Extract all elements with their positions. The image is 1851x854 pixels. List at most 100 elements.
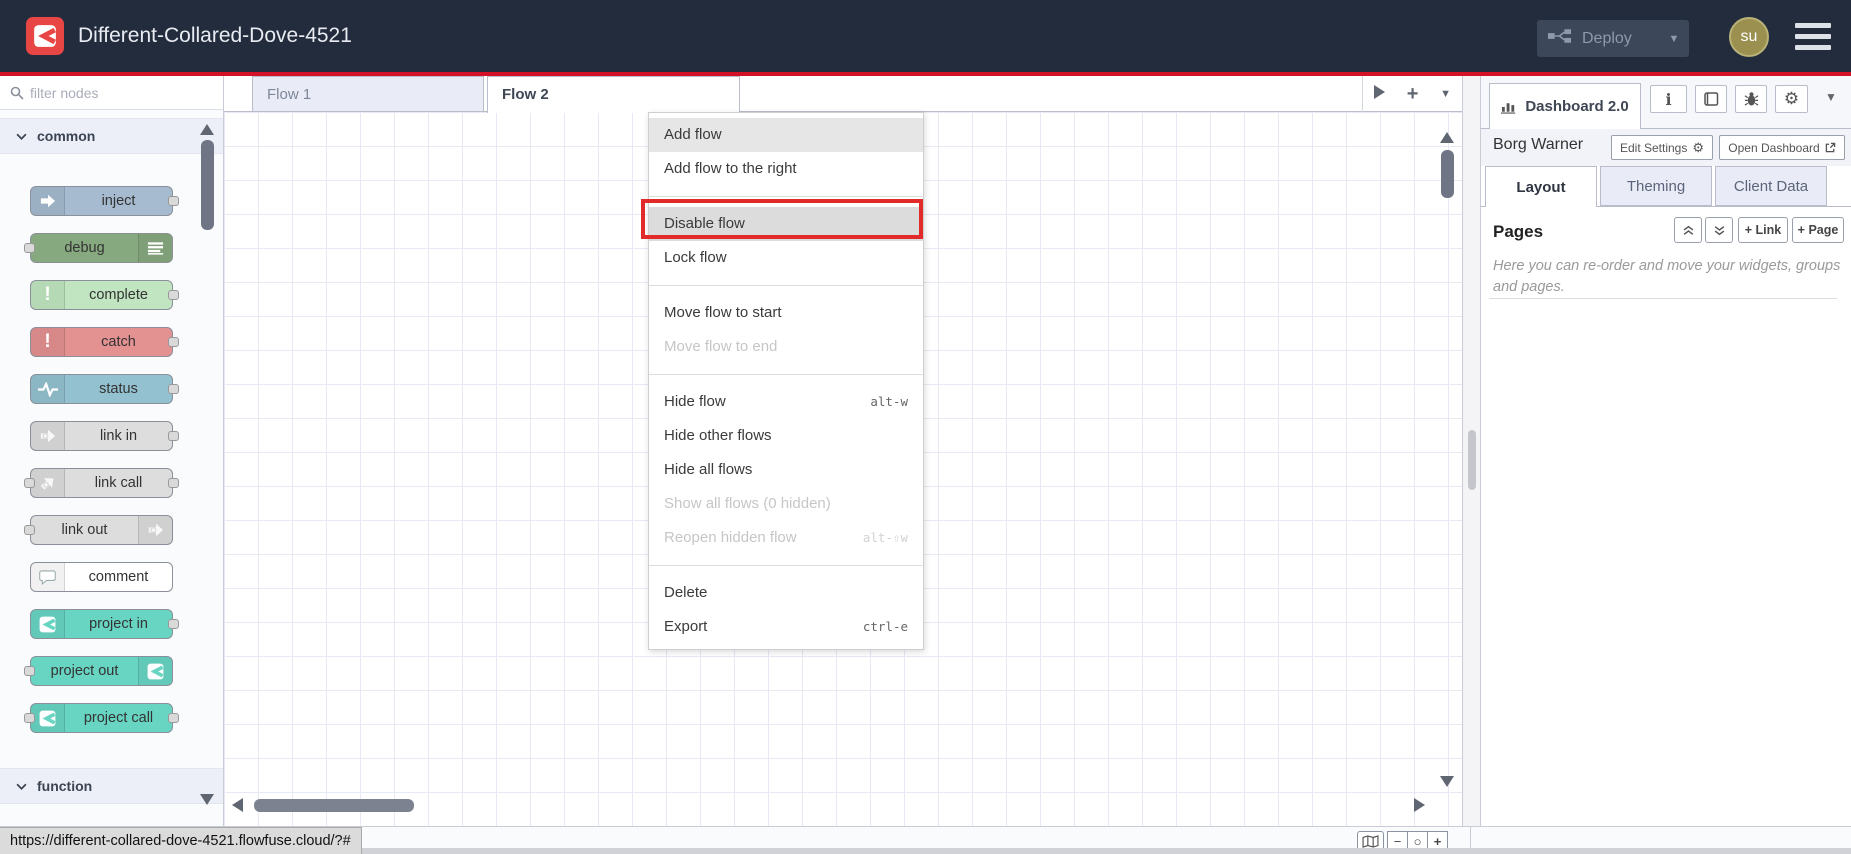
double-chevron-down-icon xyxy=(1714,225,1724,235)
node-label: complete xyxy=(89,287,148,303)
deploy-caret-icon[interactable]: ▼ xyxy=(1659,33,1689,45)
flowfuse-logo-icon[interactable] xyxy=(26,17,64,55)
debug-lines-icon xyxy=(138,234,172,262)
node-input-port[interactable] xyxy=(24,243,35,253)
palette-node-project-in[interactable]: project in xyxy=(30,609,179,639)
splitter-scrollbar-thumb[interactable] xyxy=(1468,430,1476,490)
menu-item-label: Hide all flows xyxy=(664,461,753,478)
flow-list-caret-icon[interactable]: ▼ xyxy=(1440,88,1451,100)
node-output-port[interactable] xyxy=(168,478,179,488)
flowfuse-icon xyxy=(31,704,65,732)
palette-scrollbar-thumb[interactable] xyxy=(201,140,214,230)
menu-item-show-all-flows-0-hidden: Show all flows (0 hidden) xyxy=(649,487,923,521)
menu-item-add-flow[interactable]: Add flow xyxy=(649,118,923,152)
menu-item-shortcut: alt-⇧w xyxy=(862,530,908,545)
search-input[interactable]: filter nodes xyxy=(0,76,223,110)
palette-node-comment[interactable]: comment xyxy=(30,562,173,592)
divider xyxy=(1489,298,1837,299)
menu-item-disable-flow[interactable]: Disable flow xyxy=(649,207,923,241)
palette-node-link-call[interactable]: link call xyxy=(24,468,179,498)
bug-icon[interactable] xyxy=(1735,85,1767,113)
menu-item-label: Move flow to start xyxy=(664,304,782,321)
deploy-button[interactable]: Deploy ▼ xyxy=(1537,20,1689,57)
node-output-port[interactable] xyxy=(168,290,179,300)
next-tab-icon[interactable] xyxy=(1373,84,1385,104)
node-output-port[interactable] xyxy=(168,384,179,394)
tab-flow-1[interactable]: Flow 1 xyxy=(252,76,484,112)
add-page-button[interactable]: + Page xyxy=(1792,217,1844,243)
palette-node-complete[interactable]: ! complete xyxy=(30,280,179,310)
sidebar-splitter[interactable] xyxy=(1462,76,1481,826)
palette-node-inject[interactable]: inject xyxy=(30,186,179,216)
palette-node-link-out[interactable]: link out xyxy=(24,515,173,545)
tab-theming[interactable]: Theming xyxy=(1600,166,1712,206)
palette-scroll-down-icon[interactable] xyxy=(200,794,214,805)
avatar[interactable]: su xyxy=(1729,17,1769,57)
canvas-scroll-left-icon[interactable] xyxy=(232,798,243,812)
node-output-port[interactable] xyxy=(168,619,179,629)
open-dashboard-button[interactable]: Open Dashboard xyxy=(1719,135,1845,160)
node-input-port[interactable] xyxy=(24,525,35,535)
link-arrow-icon xyxy=(138,516,172,544)
menu-item-hide-flow[interactable]: Hide flow alt-w xyxy=(649,385,923,419)
palette-node-status[interactable]: status xyxy=(30,374,179,404)
menu-item-shortcut: ctrl-e xyxy=(862,619,908,634)
node-output-port[interactable] xyxy=(168,713,179,723)
menu-separator xyxy=(649,565,923,566)
palette-node-project-call[interactable]: project call xyxy=(24,703,179,733)
info-icon[interactable]: i xyxy=(1650,85,1687,113)
palette-node-catch[interactable]: ! catch xyxy=(30,327,179,357)
search-icon xyxy=(10,86,24,100)
tab-flow-2[interactable]: Flow 2 xyxy=(487,76,740,113)
node-input-port[interactable] xyxy=(24,478,35,488)
menu-item-hide-other-flows[interactable]: Hide other flows xyxy=(649,419,923,453)
book-icon[interactable] xyxy=(1695,85,1727,113)
palette-scroll-up-icon[interactable] xyxy=(200,124,214,135)
move-up-button[interactable] xyxy=(1674,217,1702,243)
hamburger-icon[interactable] xyxy=(1795,23,1831,50)
sidebar-caret-icon[interactable]: ▼ xyxy=(1825,90,1837,104)
canvas-scroll-right-icon[interactable] xyxy=(1414,798,1425,812)
canvas-vscrollbar-thumb[interactable] xyxy=(1441,150,1454,198)
node-red-editor: Different-Collared-Dove-4521 Deploy ▼ su… xyxy=(0,0,1851,854)
tab-client-data[interactable]: Client Data xyxy=(1715,166,1827,206)
canvas-scroll-up-icon[interactable] xyxy=(1440,132,1454,143)
palette-node-link-in[interactable]: link in xyxy=(30,421,179,451)
add-link-button[interactable]: + Link xyxy=(1738,217,1788,243)
chevron-down-icon xyxy=(16,783,27,790)
status-url-tooltip: https://different-collared-dove-4521.flo… xyxy=(0,827,362,854)
menu-item-move-flow-to-end: Move flow to end xyxy=(649,330,923,364)
workspace-canvas[interactable]: Flow 1 Flow 2 + ▼ Add flow Add flow to th… xyxy=(224,76,1462,826)
palette-category-common[interactable]: common xyxy=(0,118,223,154)
menu-item-move-flow-to-start[interactable]: Move flow to start xyxy=(649,296,923,330)
node-output-port[interactable] xyxy=(168,431,179,441)
node-input-port[interactable] xyxy=(24,713,35,723)
page-title: Different-Collared-Dove-4521 xyxy=(78,24,352,47)
search-placeholder: filter nodes xyxy=(30,84,99,101)
palette-node-project-out[interactable]: project out xyxy=(24,656,173,686)
menu-item-label: Delete xyxy=(664,584,708,601)
menu-separator xyxy=(649,196,923,197)
menu-item-lock-flow[interactable]: Lock flow xyxy=(649,241,923,275)
tab-layout[interactable]: Layout xyxy=(1485,166,1597,207)
palette-node-debug[interactable]: debug xyxy=(24,233,173,263)
palette-category-function[interactable]: function xyxy=(0,768,223,804)
tab-dashboard-2[interactable]: Dashboard 2.0 xyxy=(1489,83,1641,129)
menu-item-hide-all-flows[interactable]: Hide all flows xyxy=(649,453,923,487)
node-output-port[interactable] xyxy=(168,196,179,206)
menu-item-delete[interactable]: Delete xyxy=(649,576,923,610)
node-input-port[interactable] xyxy=(24,666,35,676)
menu-item-label: Add flow xyxy=(664,126,722,143)
canvas-hscrollbar-thumb[interactable] xyxy=(254,799,414,812)
flow-context-menu: Add flow Add flow to the right Disable flo… xyxy=(648,112,924,650)
menu-item-add-flow-to-the-right[interactable]: Add flow to the right xyxy=(649,152,923,186)
node-label: link out xyxy=(61,522,108,538)
menu-item-export[interactable]: Export ctrl-e xyxy=(649,610,923,644)
edit-settings-button[interactable]: Edit Settings ⚙ xyxy=(1611,135,1713,160)
menu-item-shortcut: alt-w xyxy=(870,394,908,409)
add-flow-icon[interactable]: + xyxy=(1407,83,1419,106)
gear-icon[interactable]: ⚙ xyxy=(1775,85,1808,113)
move-down-button[interactable] xyxy=(1705,217,1733,243)
canvas-scroll-down-icon[interactable] xyxy=(1440,776,1454,787)
node-output-port[interactable] xyxy=(168,337,179,347)
